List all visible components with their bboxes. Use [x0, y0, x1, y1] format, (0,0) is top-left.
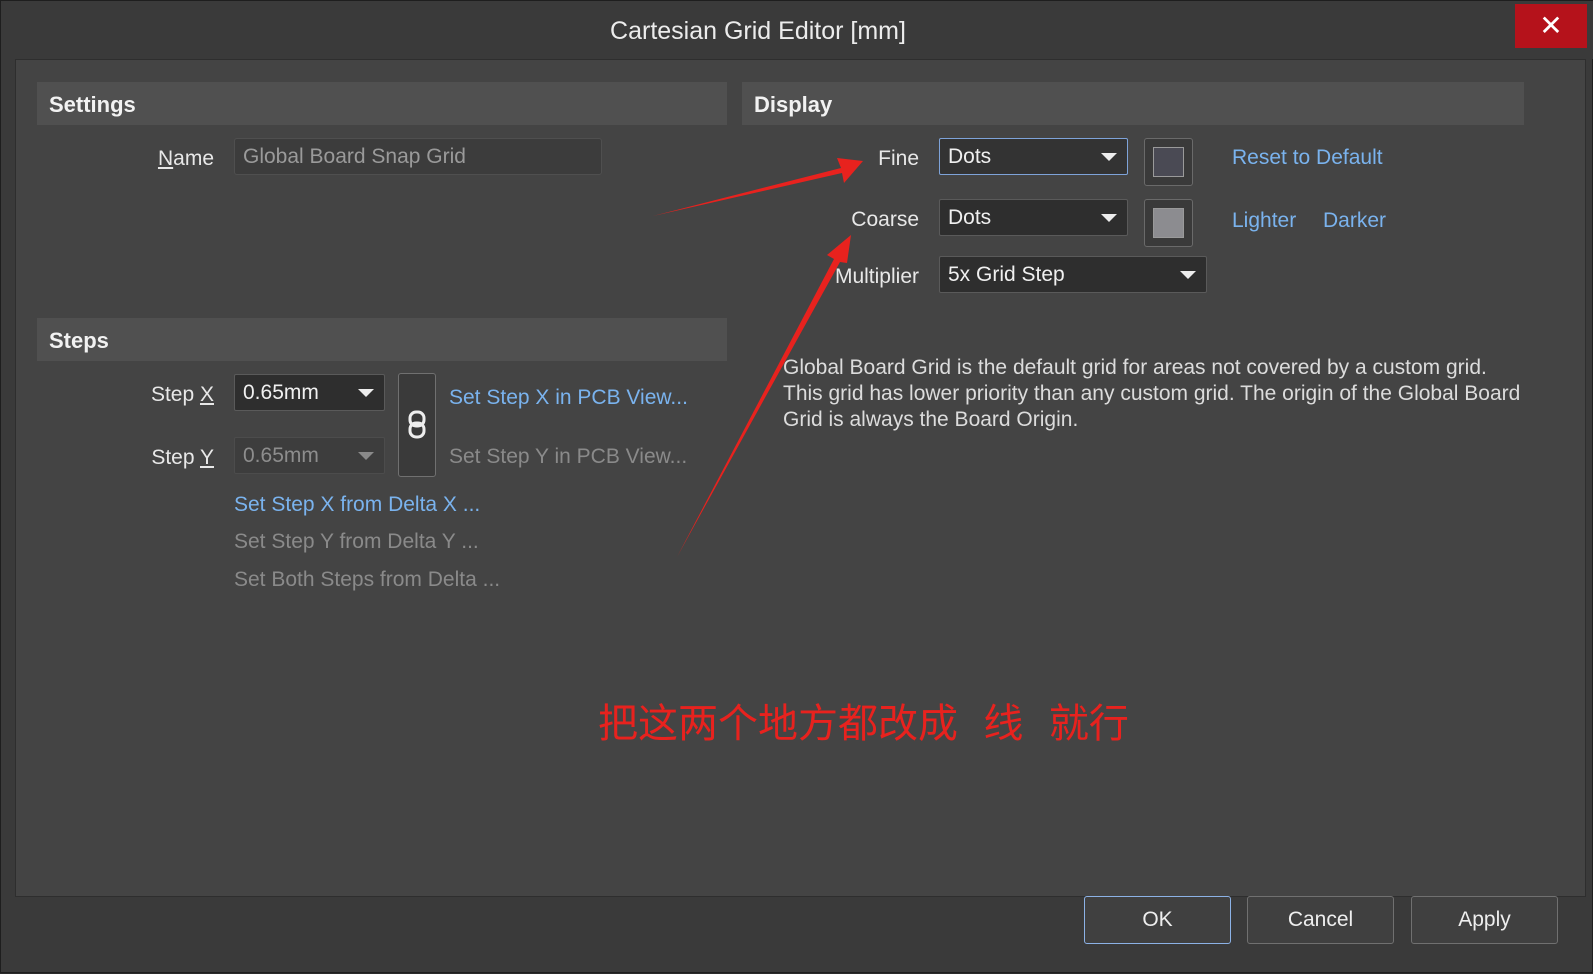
apply-button[interactable]: Apply — [1411, 896, 1558, 944]
cancel-button[interactable]: Cancel — [1247, 896, 1394, 944]
arrow-to-fine — [653, 158, 863, 216]
annotation-arrows — [653, 158, 863, 557]
annotation-note: 把这两个地方都改成 线 就行 — [598, 701, 1129, 747]
arrow-to-coarse — [677, 235, 851, 557]
ok-button[interactable]: OK — [1084, 896, 1231, 944]
dialog-window: Cartesian Grid Editor [mm] ✕ Settings Na… — [0, 0, 1593, 973]
